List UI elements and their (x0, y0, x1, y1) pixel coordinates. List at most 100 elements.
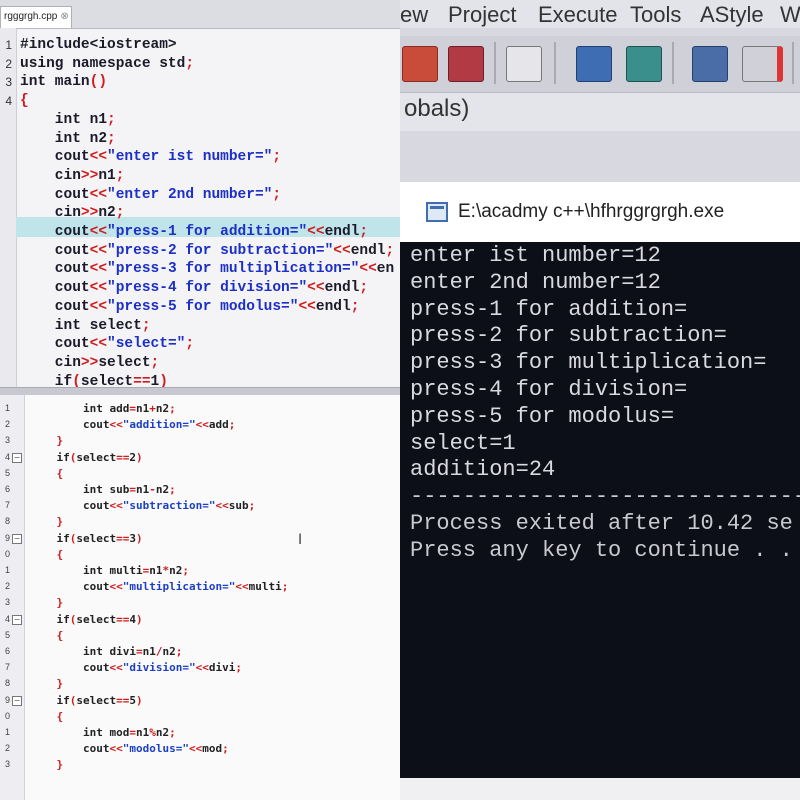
line-number: 1 (4, 727, 10, 737)
scope-selector[interactable]: obals) (404, 95, 469, 123)
print-icon[interactable] (506, 46, 542, 82)
fold-toggle-icon[interactable]: − (12, 452, 22, 463)
find-icon[interactable] (576, 46, 612, 82)
console-line: press-2 for subtraction= (410, 323, 727, 349)
console-line: ------------------------------ (410, 484, 800, 510)
code-line: cout<<"select="; (20, 336, 195, 353)
code-line: cout<<"enter ist number="; (20, 149, 282, 166)
line-number: 2 (4, 743, 10, 754)
bottom-editor-pane[interactable]: 1 int add=n1+n2; 2 cout<<"addition="<<add… (0, 395, 400, 800)
console-titlebar[interactable]: E:\acadmy c++\hfhrggrgrgh.exe (400, 182, 800, 242)
code-line: int n2; (20, 130, 116, 147)
code-line: } (56, 758, 64, 772)
code-line: } (56, 434, 64, 448)
code-line: cout<<"press-2 for subtraction="<<endl; (20, 242, 395, 259)
console-line: press-4 for division= (410, 377, 688, 402)
code-line: cout<<"division="<<divi; (30, 661, 242, 675)
line-number: 9 (4, 694, 10, 705)
file-tab[interactable]: rgggrgh.cpp ⊗ (0, 6, 72, 28)
console-line: enter ist number=12 (410, 243, 661, 268)
code-line: { (20, 93, 29, 110)
ide-window: ew Project Execute Tools AStyle W obals) (400, 0, 800, 182)
code-line: int n1; (20, 111, 116, 128)
replace-icon[interactable] (626, 46, 662, 82)
console-line: press-1 for addition= (410, 296, 688, 322)
menu-astyle[interactable]: AStyle (700, 2, 764, 28)
console-line: press-5 for modolus= (410, 403, 675, 429)
line-number: 0 (4, 710, 10, 721)
code-line: cout<<"press-5 for modolus="<<endl; (20, 298, 360, 315)
code-line: cout<<"modolus="<<mod; (30, 742, 229, 756)
line-number: 3 (4, 759, 10, 770)
code-line: cout<<"press-4 for division="<<endl; (20, 280, 369, 297)
console-app-icon (426, 202, 448, 222)
console-line: select=1 (410, 430, 516, 456)
code-line: int mod=n1%n2; (30, 726, 176, 739)
run-icon[interactable] (448, 46, 484, 82)
menu-bar: ew Project Execute Tools AStyle W (400, 0, 800, 28)
console-line: Press any key to continue . . (410, 537, 793, 563)
compile-icon[interactable] (402, 46, 438, 82)
console-line: addition=24 (410, 457, 556, 483)
toolbar-separator (792, 42, 794, 84)
code-line: using namespace std; (20, 55, 195, 72)
line-number: 8 (4, 678, 10, 689)
line-number: 3 (4, 435, 10, 446)
code-line: cout<<"multiplication="<<multi; (30, 580, 289, 594)
code-line: { (56, 709, 64, 723)
toolbar-separator (672, 42, 674, 84)
code-line: int divi=n1/n2; (30, 645, 183, 658)
line-number: 6 (4, 646, 10, 656)
fold-toggle-icon[interactable]: − (12, 695, 22, 706)
code-line: cin>>n1; (20, 167, 125, 184)
code-line: { (56, 466, 64, 480)
code-line: { (56, 547, 64, 561)
code-line: } (56, 677, 64, 691)
code-line: cout<<"enter 2nd number="; (20, 186, 282, 203)
menu-view[interactable]: ew (400, 2, 428, 28)
console-line: Process exited after 10.42 se (410, 511, 793, 536)
menu-tools[interactable]: Tools (630, 2, 681, 28)
line-number: 7 (4, 500, 10, 511)
console-line: press-3 for multiplication= (410, 350, 767, 376)
toolbar-separator (554, 42, 556, 84)
console-window[interactable]: E:\acadmy c++\hfhrggrgrgh.exe enter ist … (400, 182, 800, 778)
code-line: cout<<"subtraction="<<sub; (30, 499, 256, 513)
line-number: 1 (4, 403, 10, 413)
code-line: if(select==3) (30, 531, 143, 545)
fold-toggle-icon[interactable]: − (12, 614, 22, 625)
code-line: { (56, 628, 64, 642)
scope-bar: obals) (400, 92, 800, 131)
line-number: 1 (4, 565, 10, 575)
line-number: 4 (4, 613, 10, 624)
line-number: 3 (4, 597, 10, 608)
line-number: 4 (5, 94, 12, 109)
code-line: cout<<"press-1 for addition="<<endl; (20, 224, 369, 240)
line-number: 9 (4, 532, 10, 543)
code-line: int select; (20, 317, 151, 334)
line-number: 7 (4, 662, 10, 673)
menu-execute[interactable]: Execute (538, 2, 618, 28)
line-number: 3 (5, 75, 12, 90)
code-line: int sub=n1-n2; (30, 483, 176, 496)
code-line: } (56, 515, 64, 529)
line-number: 6 (4, 484, 10, 494)
code-line: } (56, 596, 64, 610)
close-icon[interactable]: ⊗ (60, 11, 68, 22)
close-window-icon[interactable] (742, 46, 783, 82)
new-window-icon[interactable] (692, 46, 728, 82)
menu-window[interactable]: W (780, 2, 800, 28)
editor-tabbar: rgggrgh.cpp ⊗ (0, 0, 400, 29)
code-line: if(select==2) (30, 450, 143, 464)
code-line: int add=n1+n2; (30, 402, 176, 415)
fold-toggle-icon[interactable]: − (12, 533, 22, 544)
menu-project[interactable]: Project (448, 2, 516, 28)
toolbar-separator (494, 42, 496, 84)
line-number: 5 (4, 629, 10, 640)
top-editor-pane[interactable]: rgggrgh.cpp ⊗ 1 #include<iostream> 2 using n… (0, 0, 400, 395)
code-line: int main() (20, 74, 108, 91)
console-line: enter 2nd number=12 (410, 269, 661, 295)
code-line: int multi=n1*n2; (30, 564, 189, 577)
line-number: 2 (5, 56, 12, 71)
console-title: E:\acadmy c++\hfhrggrgrgh.exe (458, 201, 725, 222)
